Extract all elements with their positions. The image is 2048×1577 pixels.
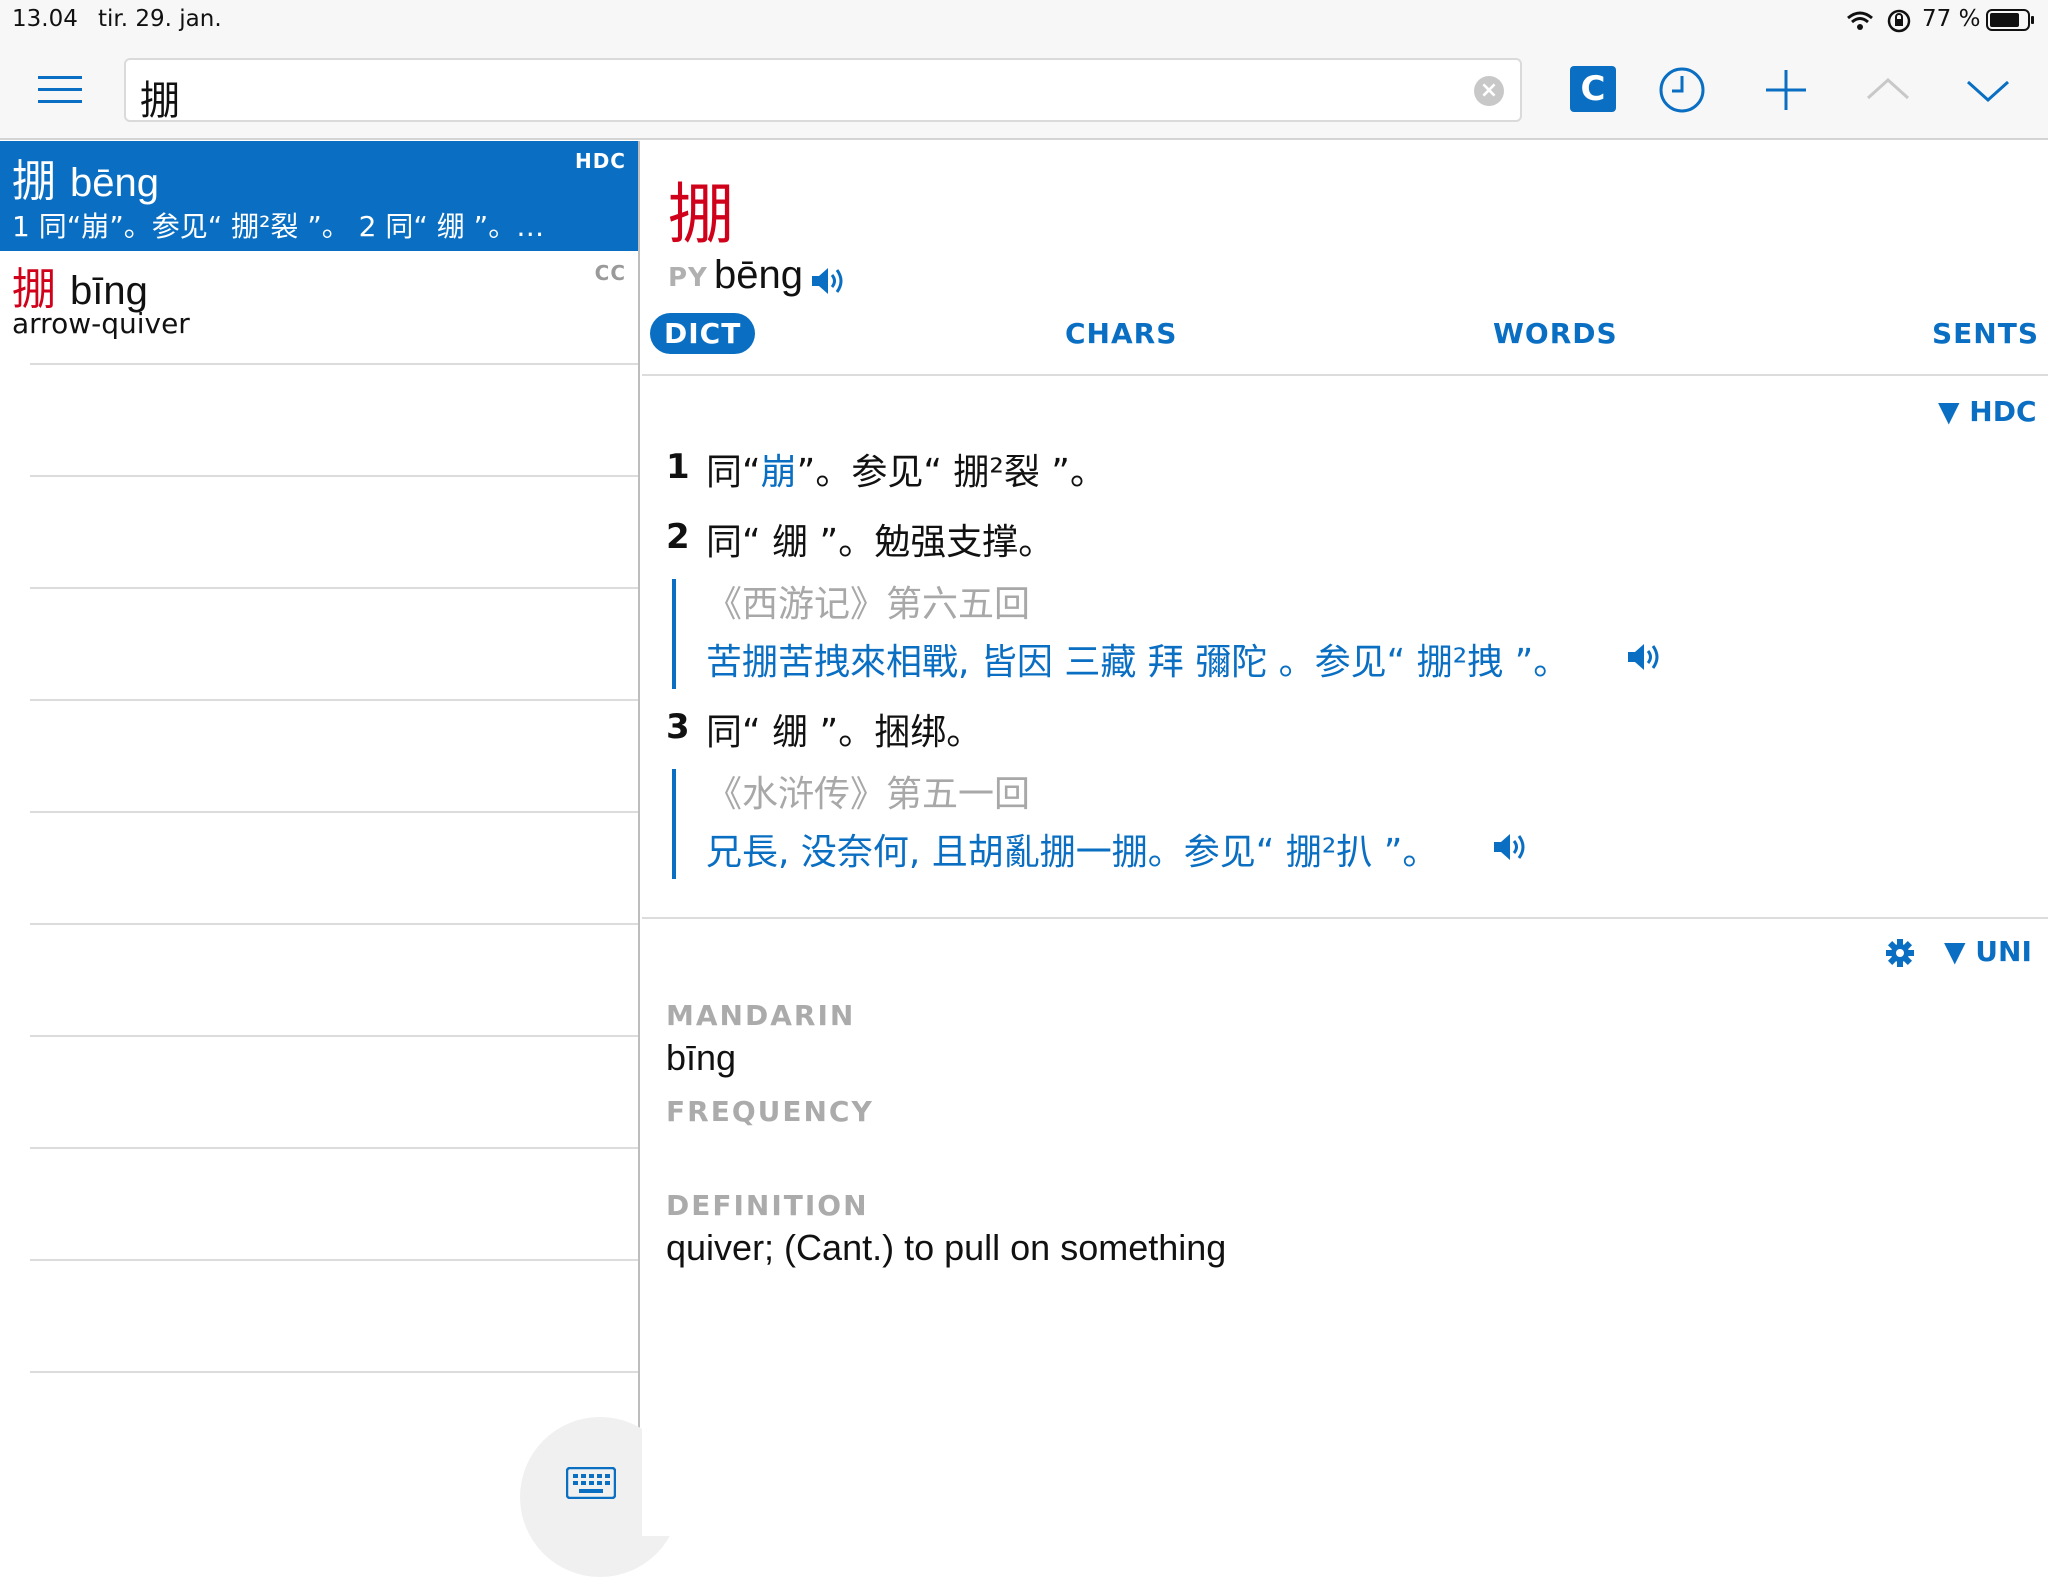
pinyin-label: PY [668,263,708,293]
speaker-icon[interactable] [1626,641,1662,673]
definition-text: 同“ 绷 ”。勉强支撑。 [706,522,1055,563]
speaker-icon[interactable] [810,265,846,297]
example-citation: 《西游记》第六五回 [706,584,1031,625]
result-item[interactable]: 掤 bīng CC arrow-quiver [0,253,638,365]
entry-detail: 掤 PY bēng DICT CHARS WORDS SENTS ▼ HDC 1… [642,141,2048,1536]
uni-section-toggle[interactable]: ▼ UNI [1944,935,2032,968]
list-divider [30,1035,638,1037]
list-divider [30,1371,638,1373]
status-time: 13.04 [12,6,78,32]
chevron-up-icon[interactable] [1860,62,1916,118]
list-divider [30,1147,638,1149]
chevron-down-icon[interactable] [1960,62,2016,118]
cross-reference-link[interactable]: 崩 [761,452,797,493]
quote-bar [672,769,676,879]
definition-number: 1 [666,447,690,487]
tab-dict[interactable]: DICT [650,313,756,354]
definition-number: 3 [666,707,690,747]
tabs-divider [642,374,2048,376]
results-list: 掤 bēng HDC 1 同“崩”。参见“ 掤²裂 ”。 2 同“ 绷 ”。… … [0,141,680,1577]
frequency-label: FREQUENCY [666,1095,874,1128]
toolbar: 掤 × C [0,40,2048,140]
definition-text: 同“崩”。参见“ 掤²裂 ”。 [706,443,1106,495]
example-sentence: 苦掤苦拽來相戰, 皆因 三藏 拜 彌陀 。参见“ 掤²拽 ”。 [706,642,1570,683]
definition-label: DEFINITION [666,1189,869,1222]
definition-part: ”。参见“ 掤²裂 ”。 [796,452,1106,493]
example-citation: 《水浒传》第五一回 [706,774,1031,815]
menu-icon[interactable] [38,74,82,106]
definition-value: quiver; (Cant.) to pull on something [666,1227,1227,1268]
status-bar: 13.04 tir. 29. jan. 77 % [0,0,2048,40]
wifi-icon [1847,11,1873,30]
list-divider [30,923,638,925]
gear-icon[interactable] [1884,937,1916,969]
tab-words[interactable]: WORDS [1493,317,1618,350]
result-headword: 掤 bēng [12,145,159,209]
section-divider [642,917,2048,919]
result-item[interactable]: 掤 bēng HDC 1 同“崩”。参见“ 掤²裂 ”。 2 同“ 绷 ”。… [0,141,638,251]
status-date: tir. 29. jan. [98,6,222,32]
add-icon[interactable] [1758,62,1814,118]
clipboard-mode-button[interactable]: C [1570,66,1616,112]
result-gloss: arrow-quiver [12,307,190,340]
hdc-section-toggle[interactable]: ▼ HDC [1938,395,2037,428]
result-source: HDC [574,149,626,173]
definition-part: 同“ [706,452,761,493]
result-source: CC [594,261,626,285]
list-divider [30,1259,638,1261]
tab-chars[interactable]: CHARS [1065,317,1177,350]
battery-percent: 77 % [1922,6,1981,32]
list-divider [30,587,638,589]
keyboard-icon[interactable] [566,1467,616,1499]
mandarin-value: bīng [666,1037,737,1078]
list-divider [30,363,638,365]
mandarin-label: MANDARIN [666,999,856,1032]
entry-headword: 掤 [668,176,734,253]
search-input[interactable]: 掤 × [124,58,1522,124]
quote-bar [672,579,676,689]
history-icon[interactable] [1654,62,1710,118]
definition-text: 同“ 绷 ”。捆绑。 [706,712,983,753]
search-value[interactable]: 掤 [140,68,180,126]
speaker-icon[interactable] [1492,831,1528,863]
result-char: 掤 [12,156,56,207]
battery-icon [1986,9,2034,31]
list-divider [30,699,638,701]
result-gloss: 1 同“崩”。参见“ 掤²裂 ”。 2 同“ 绷 ”。… [12,210,545,243]
entry-pinyin: bēng [714,253,803,297]
clear-search-icon[interactable]: × [1474,76,1504,106]
rotation-lock-icon [1887,9,1911,33]
result-pinyin: bēng [70,161,159,205]
definition-number: 2 [666,517,690,557]
tab-sents[interactable]: SENTS [1932,317,2039,350]
list-divider [30,475,638,477]
list-divider [30,811,638,813]
example-sentence: 兄長, 没奈何, 且胡亂掤一掤。参见“ 掤²扒 ”。 [706,832,1439,873]
